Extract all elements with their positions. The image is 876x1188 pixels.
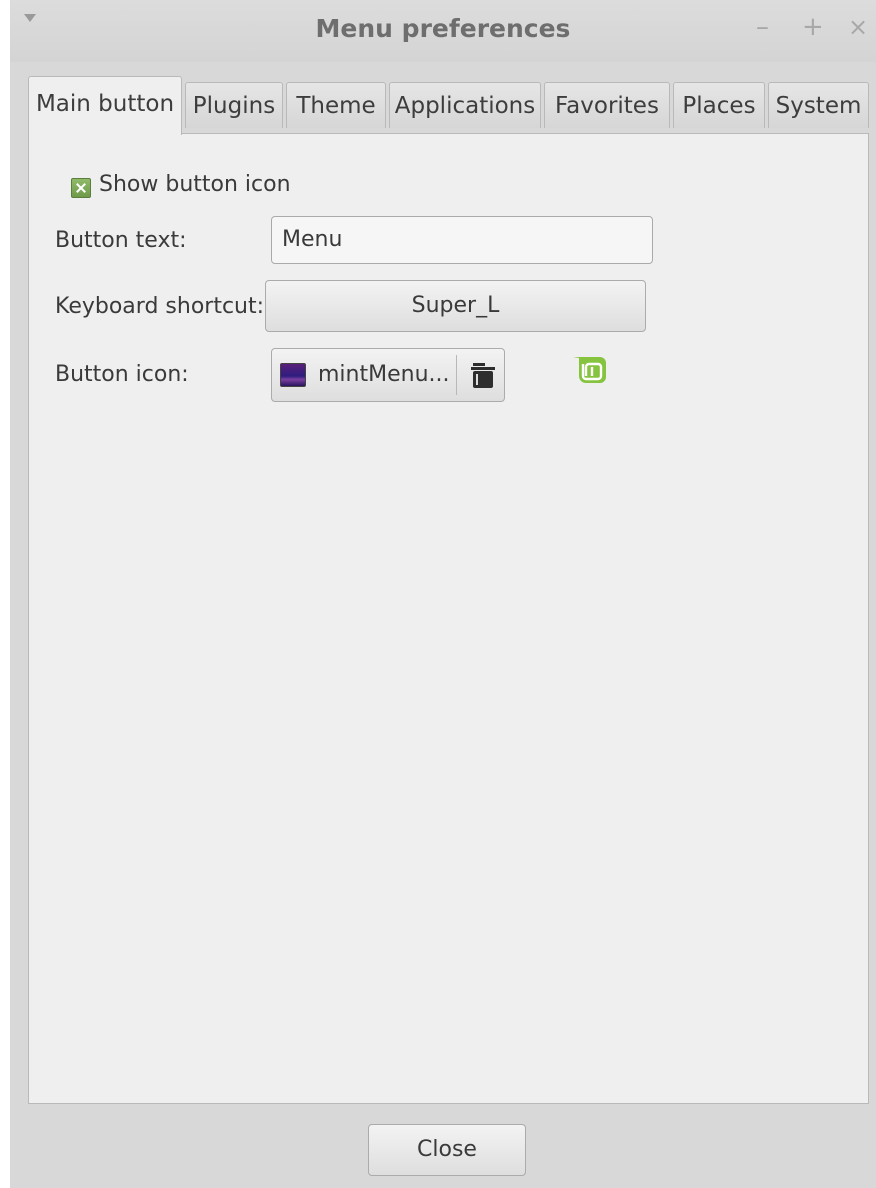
window-title: Menu preferences [315, 14, 571, 43]
tab-plugins[interactable]: Plugins [185, 82, 283, 128]
preferences-window: Menu preferences – + × Main button Plugi… [10, 0, 876, 1188]
minimize-button[interactable]: – [756, 10, 769, 44]
button-text-label: Button text: [55, 228, 187, 253]
tab-applications[interactable]: Applications [389, 82, 541, 128]
keyboard-shortcut-label: Keyboard shortcut: [55, 294, 265, 319]
show-button-icon-checkbox[interactable] [71, 178, 91, 198]
button-icon-filename: mintMenu... [318, 362, 450, 387]
main-button-panel: Show button icon Button text: Menu Keybo… [28, 133, 869, 1104]
show-button-icon-label[interactable]: Show button icon [99, 172, 291, 197]
tab-main-button[interactable]: Main button [28, 76, 182, 135]
mint-logo-icon [573, 357, 606, 383]
close-window-button[interactable]: × [848, 10, 868, 44]
keyboard-shortcut-button[interactable]: Super_L [265, 280, 646, 332]
button-icon-label: Button icon: [55, 362, 189, 387]
close-button[interactable]: Close [368, 1124, 526, 1176]
tab-system[interactable]: System [768, 82, 869, 128]
folder-icon [471, 363, 495, 388]
maximize-button[interactable]: + [802, 10, 824, 44]
tab-favorites[interactable]: Favorites [544, 82, 670, 128]
image-thumbnail-icon [280, 363, 306, 387]
button-icon-file-chooser[interactable]: mintMenu... [271, 348, 505, 402]
tab-theme[interactable]: Theme [286, 82, 386, 128]
chooser-separator [456, 355, 457, 395]
button-text-input[interactable]: Menu [271, 216, 653, 264]
tab-places[interactable]: Places [673, 82, 765, 128]
title-bar[interactable]: Menu preferences – + × [10, 0, 876, 62]
